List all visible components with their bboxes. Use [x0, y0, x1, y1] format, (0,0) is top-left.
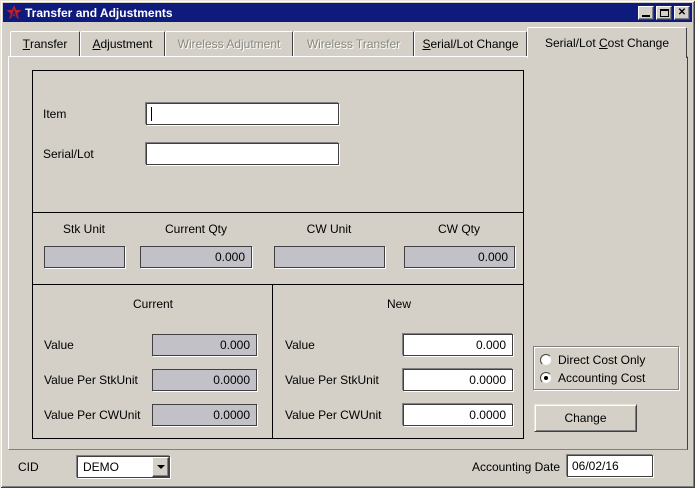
close-button[interactable]: ✕: [674, 6, 690, 20]
tab-serial-lot-change[interactable]: Serial/Lot Change: [414, 31, 527, 56]
title-bar: Transfer and Adjustments ✕: [3, 3, 692, 22]
item-input[interactable]: [146, 103, 339, 125]
tab-wireless-adjustment: Wireless Adjutment: [165, 31, 293, 56]
tab-strip: Transfer Adjustment Wireless Adjutment W…: [10, 27, 687, 56]
accounting-cost-label: Accounting Cost: [558, 371, 645, 385]
current-value-per-stkunit-field: 0.0000: [152, 369, 257, 391]
close-icon: ✕: [678, 8, 686, 18]
serial-lot-cost-change-page: Item Serial/Lot Stk Unit Current Qty CW …: [8, 56, 688, 450]
current-header: Current: [133, 297, 173, 311]
tab-serial-lot-cost-change[interactable]: Serial/Lot Cost Change: [527, 27, 687, 58]
direct-cost-only-label: Direct Cost Only: [558, 353, 645, 367]
cost-option-group: Direct Cost Only Accounting Cost: [533, 346, 679, 390]
new-section: New Value Value Per StkUnit Value Per CW…: [272, 285, 523, 438]
current-value-per-cwunit-field: 0.0000: [152, 404, 257, 426]
serial-lot-label: Serial/Lot: [43, 147, 94, 161]
current-value-field: 0.000: [152, 334, 257, 356]
cw-unit-field: [274, 246, 385, 268]
tab-adjustment[interactable]: Adjustment: [80, 31, 165, 56]
current-qty-header: Current Qty: [165, 222, 227, 236]
text-caret: [151, 107, 152, 121]
current-value-per-stkunit-label: Value Per StkUnit: [44, 373, 138, 387]
values-panel: Current Value 0.000 Value Per StkUnit 0.…: [32, 284, 524, 439]
new-value-per-cwunit-input[interactable]: [403, 404, 513, 426]
maximize-button[interactable]: [656, 6, 672, 20]
new-value-per-cwunit-label: Value Per CWUnit: [285, 408, 381, 422]
current-value-per-cwunit-label: Value Per CWUnit: [44, 408, 140, 422]
maximize-icon: [660, 9, 669, 17]
app-icon: [6, 5, 22, 20]
current-qty-field: 0.000: [140, 246, 252, 268]
serial-lot-input[interactable]: [146, 143, 339, 165]
cid-value: DEMO: [78, 457, 152, 477]
window-title: Transfer and Adjustments: [25, 6, 636, 20]
item-label: Item: [43, 107, 66, 121]
radio-on-icon: [540, 372, 552, 384]
stk-unit-header: Stk Unit: [63, 222, 105, 236]
cw-qty-header: CW Qty: [438, 222, 480, 236]
new-header: New: [387, 297, 411, 311]
tab-transfer[interactable]: Transfer: [10, 31, 80, 56]
current-value-label: Value: [44, 338, 74, 352]
chevron-down-icon: [157, 465, 165, 473]
item-panel: Item Serial/Lot: [32, 70, 524, 213]
cid-dropdown-button[interactable]: [152, 457, 169, 477]
cid-combobox[interactable]: DEMO: [77, 456, 170, 478]
radio-accounting-cost[interactable]: Accounting Cost: [540, 370, 645, 386]
minimize-button[interactable]: [638, 6, 654, 20]
units-panel: Stk Unit Current Qty CW Unit CW Qty 0.00…: [32, 212, 524, 285]
transfer-and-adjustments-window: Transfer and Adjustments ✕ Transfer Adju…: [0, 0, 695, 488]
cw-qty-field: 0.000: [404, 246, 515, 268]
radio-direct-cost-only[interactable]: Direct Cost Only: [540, 352, 645, 368]
new-value-label: Value: [285, 338, 315, 352]
new-value-per-stkunit-label: Value Per StkUnit: [285, 373, 379, 387]
tab-wireless-transfer: Wireless Transfer: [293, 31, 414, 56]
new-value-input[interactable]: [403, 334, 513, 356]
accounting-date-label: Accounting Date: [420, 460, 560, 474]
cw-unit-header: CW Unit: [307, 222, 352, 236]
stk-unit-field: [44, 246, 125, 268]
new-value-per-stkunit-input[interactable]: [403, 369, 513, 391]
radio-off-icon: [540, 354, 552, 366]
current-section: Current Value 0.000 Value Per StkUnit 0.…: [33, 285, 272, 438]
minimize-icon: [642, 15, 650, 17]
cid-label: CID: [18, 460, 39, 474]
change-button[interactable]: Change: [534, 404, 637, 432]
accounting-date-input[interactable]: [567, 455, 653, 477]
